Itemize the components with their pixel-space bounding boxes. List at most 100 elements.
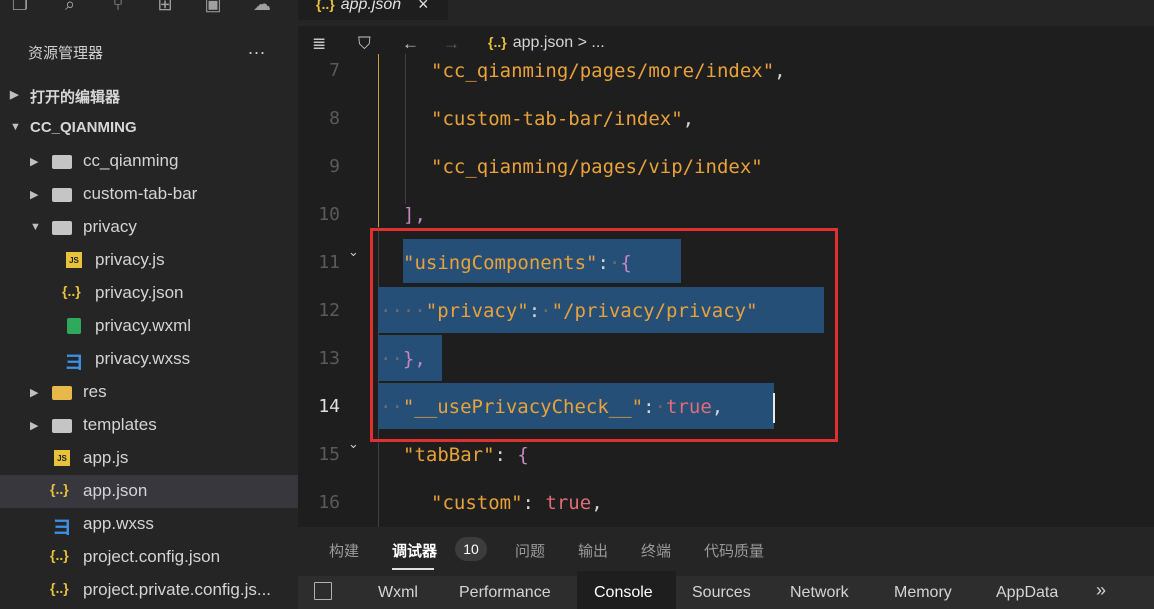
section-label: CC_QIANMING [30,119,137,136]
devtools-tab-network[interactable]: Network [790,584,849,602]
breadcrumb[interactable]: {..} app.json > ... [488,34,605,52]
tree-item-label: privacy [83,217,137,236]
debug-icon[interactable]: ☁ [252,0,272,14]
chevron-down-icon: ▼ [10,121,21,133]
tree-item-label: templates [83,415,157,434]
devtools-tab-memory[interactable]: Memory [894,584,952,602]
json-file-icon: {..} [316,0,335,12]
inspect-element-icon[interactable] [314,582,332,600]
json-file-icon: {..} [50,547,69,563]
chevron-right-icon: ▶ [30,156,39,168]
panel-tab-code-quality[interactable]: 代码质量 [704,540,764,561]
tree-item-templates[interactable]: ▶ templates [0,409,298,442]
tree-item-label: res [83,382,107,401]
more-tabs-icon[interactable]: » [1096,580,1106,601]
code-line-16: "custom": true, [431,492,603,514]
folder-icon [52,386,72,400]
tree-item-label: privacy.js [95,250,165,269]
js-file-icon: JS [54,450,70,466]
folder-open-icon [52,221,72,235]
line-number: 13 [318,348,340,369]
tab-label: {..} app.json [316,0,401,14]
code-line-9: "cc_qianming/pages/vip/index" [431,156,763,178]
tree-item-cc-qianming[interactable]: ▶ cc_qianming [0,145,298,178]
wxml-file-icon [67,318,81,334]
bookmark-icon[interactable]: ⛉ [358,34,371,54]
tree-item-label: privacy.wxss [95,349,191,368]
indent-guide [378,54,379,227]
tree-item-app-js[interactable]: JS app.js [0,442,298,475]
panel-tab-debugger[interactable]: 调试器 [392,540,437,561]
code-line-15: "tabBar": { [403,444,529,466]
folder-icon [52,419,72,433]
forward-arrow-icon[interactable]: → [443,34,460,54]
tree-item-label: app.js [83,448,129,467]
menu-icon[interactable]: ≣ [312,34,326,54]
tree-item-label: cc_qianming [83,151,179,170]
tree-item-app-json[interactable]: {..} app.json [0,475,298,508]
tree-item-project-config-json[interactable]: {..} project.config.json [0,541,298,574]
devtools-tab-appdata[interactable]: AppData [996,584,1058,602]
active-tab-underline [392,568,434,570]
tree-item-app-wxss[interactable]: ヨ app.wxss [0,508,298,541]
chevron-right-icon: ▶ [10,89,19,101]
tree-item-privacy-json[interactable]: {..} privacy.json [0,277,298,310]
save-icon[interactable]: ▣ [203,0,223,14]
open-editors-section[interactable]: ▶ 打开的编辑器 [0,78,298,111]
chevron-right-icon: ▶ [30,420,39,432]
fold-chevron-icon[interactable]: ⌄ [348,436,359,452]
search-icon[interactable]: ⌕ [60,0,80,14]
line-number: 15 [318,444,340,465]
tree-item-label: custom-tab-bar [83,184,198,203]
back-arrow-icon[interactable]: ← [402,34,419,54]
project-section[interactable]: ▼ CC_QIANMING [0,111,298,144]
line-number: 7 [329,60,340,81]
fold-chevron-icon[interactable]: ⌄ [348,244,359,260]
code-line-10: ], [403,204,426,226]
explorer-icon[interactable]: ❐ [10,0,30,14]
breadcrumb-label: app.json > ... [512,34,605,51]
indent-guide [405,54,406,204]
js-file-icon: JS [66,252,82,268]
json-file-icon: {..} [50,481,69,497]
tree-item-label: app.json [83,481,148,500]
tree-item-label: project.config.json [83,547,221,566]
folder-icon [52,188,72,202]
line-number: 10 [318,204,340,225]
extensions-icon[interactable]: ⊞ [155,0,175,14]
tree-item-project-private-config[interactable]: {..} project.private.config.js... [0,574,298,607]
json-file-icon: {..} [488,34,507,50]
line-number-current: 14 [318,396,340,417]
chevron-down-icon: ▼ [30,221,41,233]
close-icon[interactable]: × [418,0,429,15]
folder-icon [52,155,72,169]
wxss-file-icon: ヨ [52,517,72,539]
source-control-icon[interactable]: ⑂ [108,0,128,14]
panel-tab-build[interactable]: 构建 [329,540,359,561]
tab-title: app.json [340,0,402,13]
code-line-8: "custom-tab-bar/index", [431,108,695,130]
devtools-tab-sources[interactable]: Sources [692,584,751,602]
wxss-file-icon: ヨ [64,352,84,374]
tree-item-privacy[interactable]: ▼ privacy [0,211,298,244]
panel-tab-problems[interactable]: 问题 [515,540,545,561]
code-line-7: "cc_qianming/pages/more/index", [431,60,786,82]
tree-item-label: project.private.config.js... [83,580,272,599]
json-file-icon: {..} [50,580,69,596]
panel-tab-terminal[interactable]: 终端 [641,540,671,561]
section-label: 打开的编辑器 [30,89,121,106]
devtools-tab-wxml[interactable]: Wxml [378,584,418,602]
tree-item-privacy-wxml[interactable]: privacy.wxml [0,310,298,343]
tree-item-label: privacy.json [95,283,184,302]
explorer-more-button[interactable]: ... [248,38,266,59]
devtools-tab-console[interactable]: Console [594,584,653,602]
explorer-title: 资源管理器 [28,45,104,62]
devtools-tab-performance[interactable]: Performance [459,584,551,602]
tree-item-custom-tab-bar[interactable]: ▶ custom-tab-bar [0,178,298,211]
tree-item-res[interactable]: ▶ res [0,376,298,409]
tree-item-privacy-wxss[interactable]: ヨ privacy.wxss [0,343,298,376]
highlight-annotation-box [370,228,838,442]
line-number: 11 [318,252,340,273]
panel-tab-output[interactable]: 输出 [578,540,608,561]
tree-item-privacy-js[interactable]: JS privacy.js [0,244,298,277]
